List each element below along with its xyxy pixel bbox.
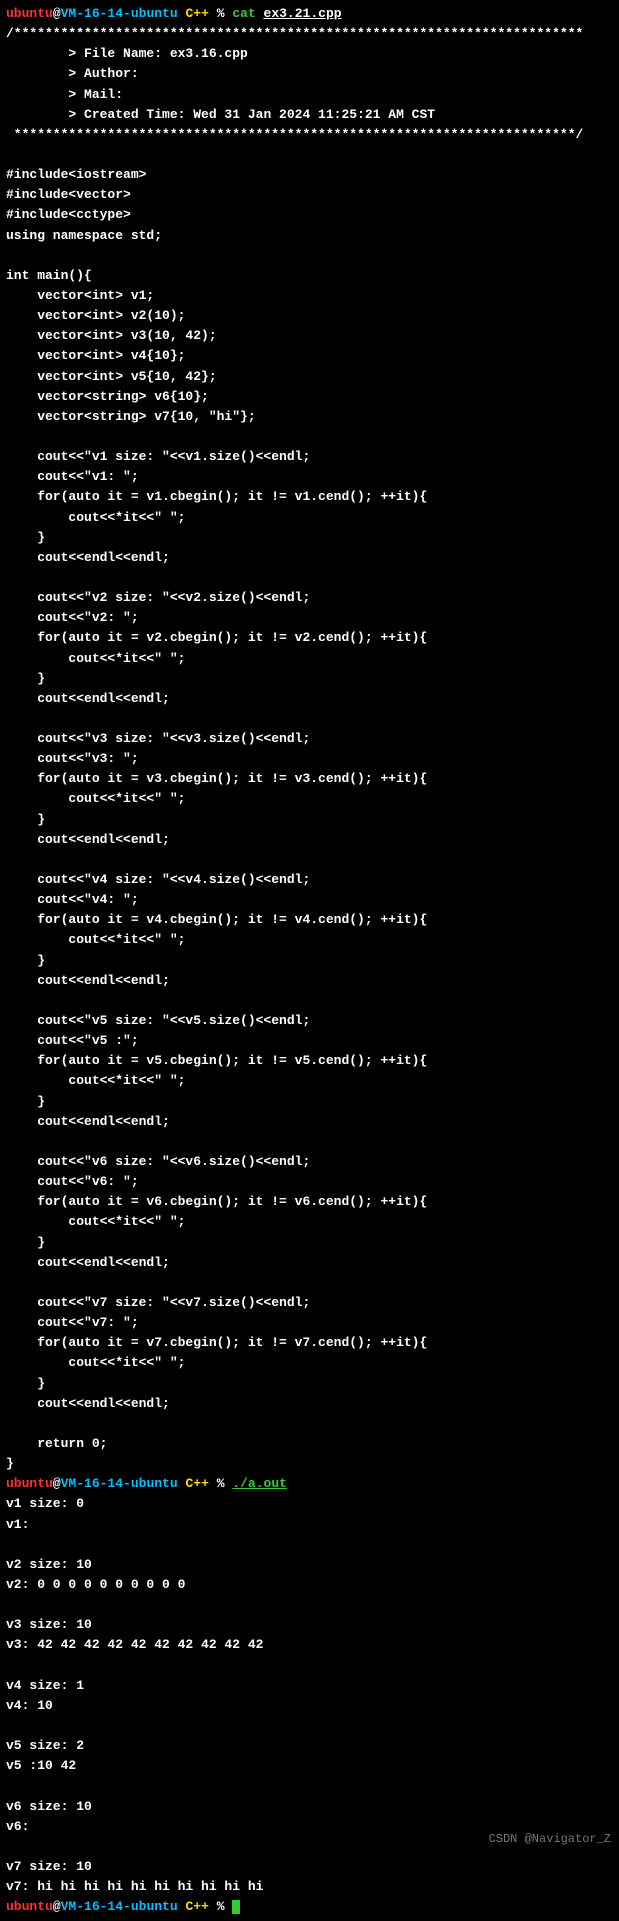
- prompt-at: @: [53, 6, 61, 21]
- cursor-icon: [232, 1900, 240, 1914]
- watermark: CSDN @Navigator_Z: [489, 1830, 611, 1849]
- prompt-user: ubuntu: [6, 6, 53, 21]
- prompt-host: VM-16-14-ubuntu: [61, 6, 178, 21]
- prompt-sym: %: [217, 6, 225, 21]
- prompt-host: VM-16-14-ubuntu: [61, 1899, 178, 1914]
- prompt-dir: C++: [185, 6, 208, 21]
- prompt-line-1: ubuntu@VM-16-14-ubuntu C++ % cat ex3.21.…: [6, 4, 613, 24]
- prompt-dir: C++: [185, 1899, 208, 1914]
- cmd-cat: cat: [232, 6, 255, 21]
- prompt-host: VM-16-14-ubuntu: [61, 1476, 178, 1491]
- prompt-user: ubuntu: [6, 1899, 53, 1914]
- prompt-dir: C++: [185, 1476, 208, 1491]
- prompt-at: @: [53, 1476, 61, 1491]
- prompt-line-3[interactable]: ubuntu@VM-16-14-ubuntu C++ %: [6, 1897, 613, 1917]
- prompt-line-2: ubuntu@VM-16-14-ubuntu C++ % ./a.out: [6, 1474, 613, 1494]
- prompt-at: @: [53, 1899, 61, 1914]
- prompt-sym: %: [217, 1899, 225, 1914]
- cmd-exec: ./a.out: [232, 1476, 287, 1491]
- cmd-filename: ex3.21.cpp: [264, 6, 342, 21]
- source-listing: /***************************************…: [6, 24, 613, 1474]
- prompt-sym: %: [217, 1476, 225, 1491]
- prompt-user: ubuntu: [6, 1476, 53, 1491]
